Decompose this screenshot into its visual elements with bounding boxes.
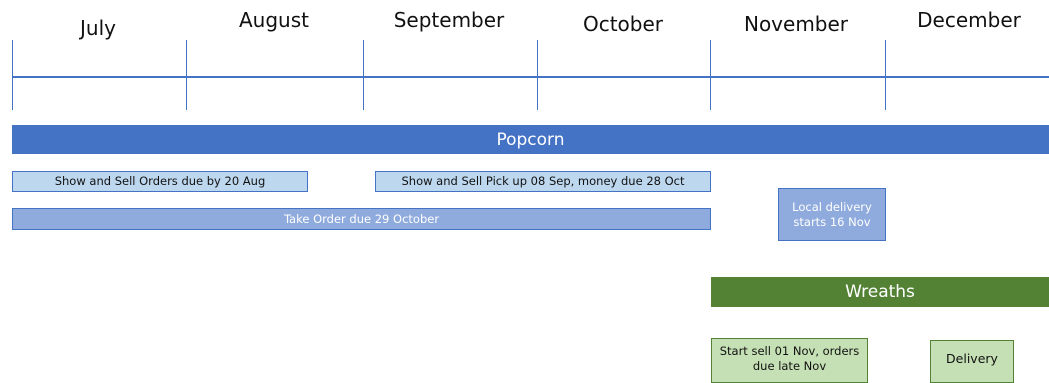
month-december: December bbox=[917, 8, 1021, 32]
show-sell-pickup-box: Show and Sell Pick up 08 Sep, money due … bbox=[375, 171, 711, 192]
month-november: November bbox=[743, 12, 849, 36]
show-sell-orders-label: Show and Sell Orders due by 20 Aug bbox=[54, 174, 266, 189]
month-divider bbox=[186, 40, 187, 110]
month-august: August bbox=[239, 8, 309, 32]
month-july: July bbox=[80, 16, 116, 40]
month-divider bbox=[885, 40, 886, 110]
month-divider bbox=[537, 40, 538, 110]
month-divider bbox=[363, 40, 364, 110]
take-order-box: Take Order due 29 October bbox=[12, 208, 711, 230]
show-sell-pickup-label: Show and Sell Pick up 08 Sep, money due … bbox=[401, 174, 685, 189]
start-sell-line1: Start sell 01 Nov, orders bbox=[719, 344, 860, 358]
month-october: October bbox=[582, 12, 664, 36]
start-sell-box: Start sell 01 Nov, orders due late Nov bbox=[711, 338, 868, 383]
timeline-axis bbox=[12, 76, 1049, 78]
month-divider bbox=[710, 40, 711, 110]
start-sell-line2: due late Nov bbox=[752, 358, 827, 373]
month-divider bbox=[12, 40, 13, 110]
wreaths-bar: Wreaths bbox=[711, 277, 1049, 307]
local-delivery-box: Local delivery starts 16 Nov bbox=[778, 188, 886, 241]
local-delivery-line1: Local delivery bbox=[792, 199, 872, 214]
popcorn-bar: Popcorn bbox=[12, 125, 1049, 154]
show-sell-orders-box: Show and Sell Orders due by 20 Aug bbox=[12, 171, 308, 192]
month-september: September bbox=[393, 8, 505, 32]
wreaths-title: Wreaths bbox=[845, 282, 915, 302]
take-order-label: Take Order due 29 October bbox=[283, 211, 440, 226]
local-delivery-line2: starts 16 Nov bbox=[793, 214, 871, 229]
delivery-label: Delivery bbox=[946, 351, 998, 366]
delivery-box: Delivery bbox=[930, 340, 1014, 383]
popcorn-title: Popcorn bbox=[496, 129, 565, 150]
